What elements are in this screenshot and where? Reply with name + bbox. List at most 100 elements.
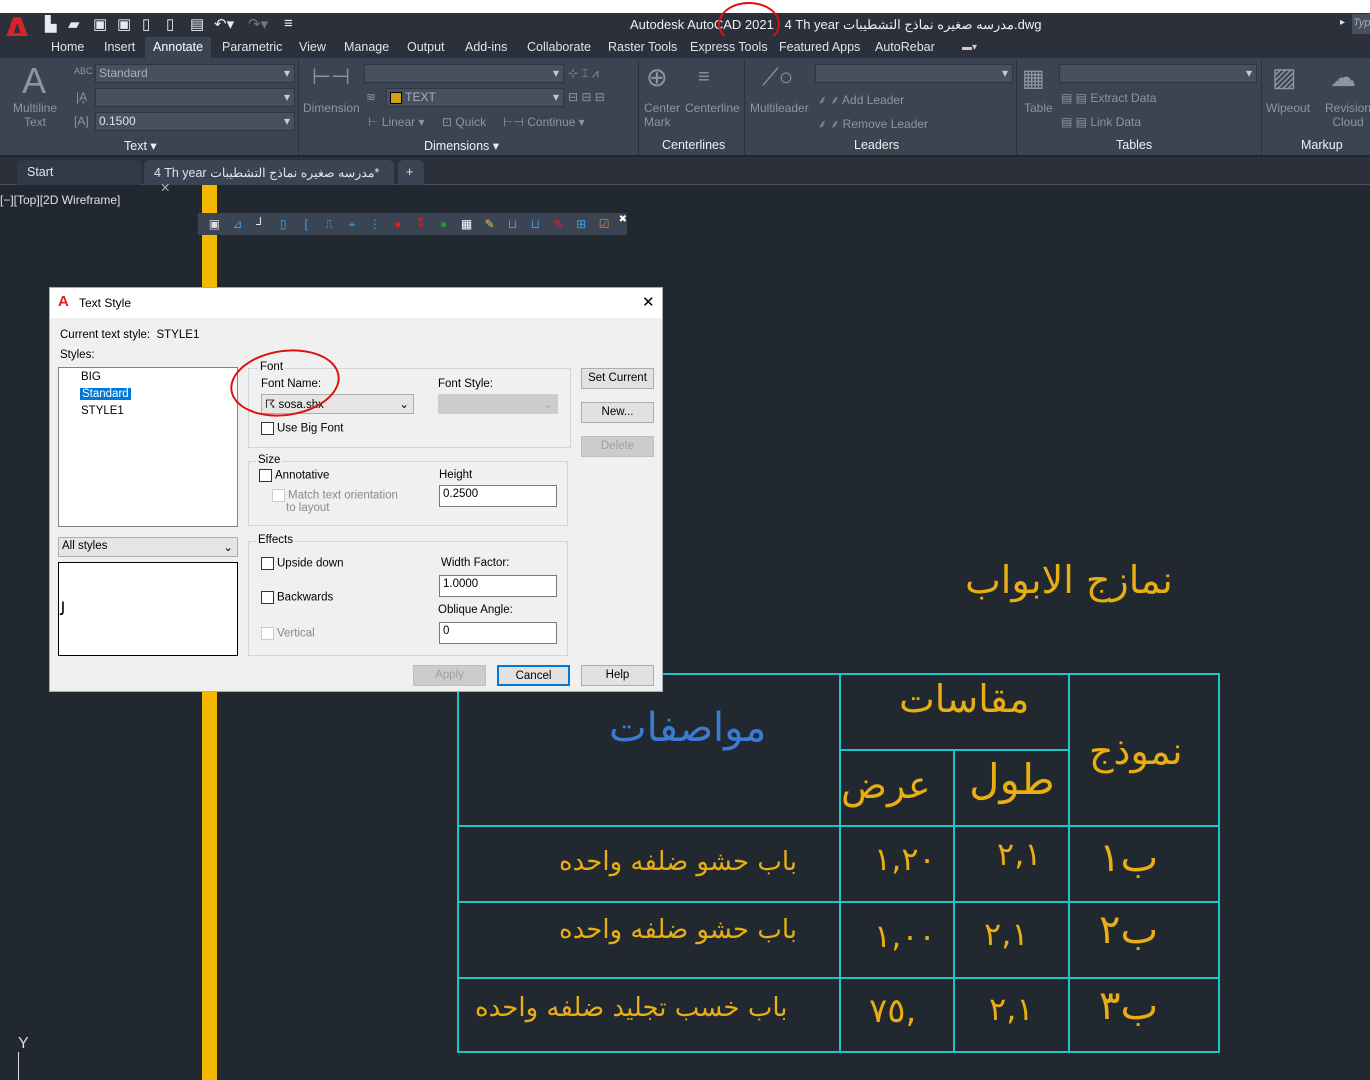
layer-combo[interactable]: TEXT [386,88,564,107]
tool-dim-icon[interactable]: ⊿ [229,216,246,232]
tool-bracket-icon[interactable]: [ [298,216,315,232]
panel-toggle-icon[interactable]: ▬▾ [962,42,977,53]
close-icon[interactable]: ✕ [642,293,655,311]
tab-view[interactable]: View [299,40,326,54]
spell-check-icon[interactable]: ABC [74,66,93,76]
wipeout-icon[interactable]: ▨ [1272,62,1297,93]
tab-raster-tools[interactable]: Raster Tools [608,40,677,54]
tab-featured-apps[interactable]: Featured Apps [779,40,860,54]
centerline-icon[interactable]: ≡ [698,66,710,89]
expand-icon[interactable]: ▸ [1340,17,1345,28]
use-big-font-checkbox[interactable]: Use Big Font [261,422,343,435]
save-as-icon[interactable]: ▣ [117,15,131,33]
dimension-icon[interactable]: ⊢⊣ [303,64,359,90]
floating-toolbar[interactable]: ▣ ⊿ ┘ ▯ [ ⎍ ⌖ ⋮ ● ⁑ ● ▦ ✎ ⊔ ⊔ ✎ ⊞ ☑ ✖ [198,213,627,235]
plot-icon[interactable]: ▤ [190,15,204,33]
tab-collaborate[interactable]: Collaborate [527,40,591,54]
tool-check-icon[interactable]: ☑ [596,216,613,232]
vertical-checkbox[interactable]: Vertical [261,627,315,640]
dimension-button[interactable]: Dimension [303,101,360,115]
annotative-checkbox[interactable]: Annotative [259,469,329,482]
save-web-icon[interactable]: ▯ [166,15,174,33]
tab-manage[interactable]: Manage [344,40,389,54]
cancel-button[interactable]: Cancel [497,665,570,686]
dim-style-combo[interactable] [364,64,564,83]
delete-button[interactable]: Delete [581,436,654,457]
match-orientation-checkbox[interactable]: Match text orientation to layout [272,489,398,514]
tool-corner-icon[interactable]: ┘ [252,216,269,232]
tool-pencil-icon[interactable]: ✎ [481,216,498,232]
style-item-standard[interactable]: Standard [80,388,131,400]
multileader-icon[interactable]: ⟋○ [762,64,793,92]
tool-marker1-icon[interactable]: ● [389,216,406,232]
dim-tools2-icon[interactable]: ⊟ ⊟ ⊟ [568,90,605,104]
tab-output[interactable]: Output [407,40,445,54]
font-style-select[interactable]: ⌄ [438,394,558,414]
wipeout-button[interactable]: Wipeout [1266,101,1310,115]
style-item-big[interactable]: BIG [81,371,101,383]
text-panel-title[interactable]: Text ▾ [124,138,157,153]
style-filter-select[interactable]: All styles ⌄ [58,537,238,557]
save-icon[interactable]: ▣ [93,15,107,33]
tab-annotate[interactable]: Annotate [145,37,212,58]
help-button[interactable]: Help [581,665,654,686]
tab-express-tools[interactable]: Express Tools [690,40,768,54]
link-data-button[interactable]: ▤ ▤ Link Data [1061,115,1141,129]
tab-start[interactable]: Start [17,160,142,185]
tab-add-ins[interactable]: Add-ins [465,40,507,54]
set-current-button[interactable]: Set Current [581,368,654,389]
close-tab-icon[interactable]: ✕ [160,181,170,195]
table-icon[interactable]: ▦ [1022,64,1045,93]
tab-insert[interactable]: Insert [104,40,135,54]
tool-grid-icon[interactable]: ▦ [458,216,475,232]
new-tab-button[interactable]: + [398,160,424,185]
tool-frame-icon[interactable]: ▣ [206,216,223,232]
styles-list[interactable]: BIG Standard STYLE1 [58,367,238,527]
continue-button[interactable]: ⊢⊣ Continue ▾ [503,115,585,129]
text-height-combo[interactable]: 0.1500 [95,112,295,131]
style-item-style1[interactable]: STYLE1 [81,405,124,417]
center-mark-button[interactable]: Center Mark [644,101,680,129]
find-text-icon[interactable]: |Ḁ [76,90,87,104]
customize-icon[interactable]: ≡ [284,15,293,32]
leader-style-combo[interactable] [815,64,1013,83]
open-icon[interactable]: ▰ [68,15,80,33]
oblique-angle-input[interactable]: 0 [439,622,557,644]
tool-split-icon[interactable]: ⊞ [573,216,590,232]
tool-step-icon[interactable]: ⎍ [321,216,338,232]
search-input[interactable]: Typ [1352,14,1370,34]
tab-autorebar[interactable]: AutoRebar [875,40,935,54]
revision-cloud-button[interactable]: Revision Cloud [1325,101,1370,129]
multiline-text-button[interactable]: Multiline Text [11,101,59,129]
tab-document[interactable]: 4 Th year مدرسه صغيره نماذج التشطيبات* ✕ [144,160,394,195]
extract-data-button[interactable]: ▤ ▤ Extract Data [1061,91,1156,105]
redo-icon[interactable]: ↷▾ [248,15,268,33]
backwards-checkbox[interactable]: Backwards [261,591,333,604]
table-button[interactable]: Table [1024,101,1053,115]
dimensions-panel-title[interactable]: Dimensions ▾ [424,138,499,153]
tool-door-icon[interactable]: ▯ [275,216,292,232]
upside-down-checkbox[interactable]: Upside down [261,557,343,570]
quick-button[interactable]: ⊡ Quick [442,115,486,129]
remove-leader-button[interactable]: ⸙ ⸙ Remove Leader [818,115,928,132]
undo-icon[interactable]: ↶▾ [214,15,234,33]
new-icon[interactable]: ▙ [45,15,57,33]
viewport-controls[interactable]: [−][Top][2D Wireframe] [0,193,120,207]
width-factor-input[interactable]: 1.0000 [439,575,557,597]
linear-button[interactable]: ⊢ Linear ▾ [368,115,425,129]
tool-cup2-icon[interactable]: ⊔ [527,216,544,232]
tool-marker2-icon[interactable]: ⁑ [412,216,429,232]
text-style-combo[interactable]: Standard [95,64,295,83]
tab-home[interactable]: Home [51,40,84,54]
table-style-combo[interactable] [1059,64,1257,83]
find-text-input[interactable] [95,88,295,107]
tool-center-icon[interactable]: ⌖ [344,216,361,232]
add-leader-button[interactable]: ⸙ ⸙ Add Leader [818,91,904,108]
multileader-button[interactable]: Multileader [750,101,809,115]
dim-tools-icon[interactable]: ⊹ ⌶ ⩘ [568,66,599,81]
tab-parametric[interactable]: Parametric [222,40,282,54]
tool-cup-icon[interactable]: ⊔ [504,216,521,232]
open-web-icon[interactable]: ▯ [142,15,150,33]
text-height-icon[interactable]: [A] [74,114,89,128]
tool-scale-icon[interactable]: ✎ [550,216,567,232]
